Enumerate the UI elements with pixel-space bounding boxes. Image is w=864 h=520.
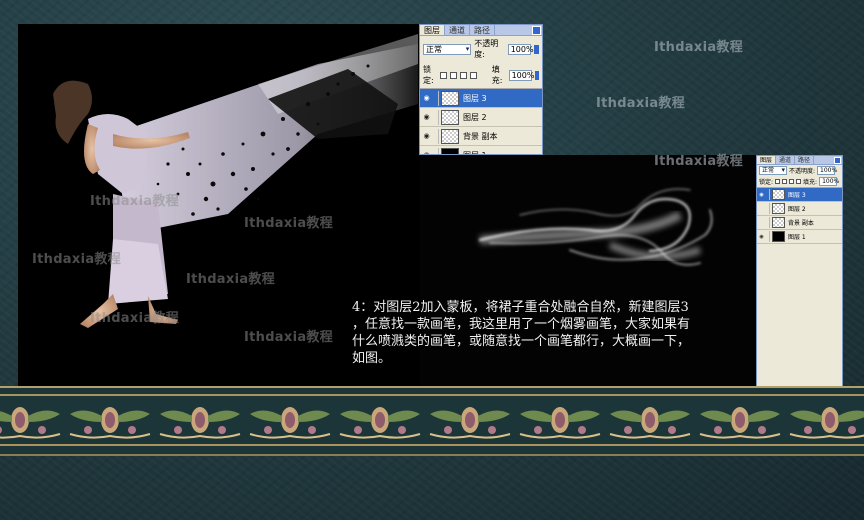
layer-name: 图层 2 (788, 206, 806, 213)
fill-input[interactable]: 100% (819, 177, 839, 186)
layer-thumbnail (772, 217, 785, 228)
layer-name: 背景 副本 (788, 220, 814, 227)
layer-thumbnail (441, 90, 459, 106)
watermark: Ithdaxia教程 (596, 96, 685, 111)
layer-row[interactable]: ◉ 图层 1 (757, 230, 842, 244)
layer-row[interactable]: ◉ 图层 2 (420, 108, 542, 127)
brush-icon (766, 189, 770, 200)
eye-icon[interactable]: ◉ (420, 94, 433, 102)
blend-row: 正常 不透明度: 100% (420, 36, 542, 62)
blend-row: 正常 不透明度: 100% (757, 165, 842, 176)
floral-pattern (0, 406, 864, 439)
lock-position-icon[interactable] (459, 71, 467, 79)
layer-row[interactable]: ◉ 背景 副本 (420, 127, 542, 146)
panel-menu-icon[interactable] (532, 26, 541, 35)
watermark: Ithdaxia教程 (244, 330, 333, 345)
lock-row: 锁定: 填充: 100% (757, 176, 842, 187)
layer-row[interactable]: ◉ 图层 3 (757, 188, 842, 202)
layer-name: 图层 1 (788, 234, 806, 241)
tab-paths[interactable]: 路径 (470, 25, 495, 35)
layer-thumbnail (441, 109, 459, 125)
tab-channels[interactable]: 通道 (445, 25, 470, 35)
watermark: Ithdaxia教程 (186, 272, 275, 287)
fill-label: 填充: (491, 65, 503, 85)
tab-channels[interactable]: 通道 (776, 156, 796, 164)
brush-icon (433, 90, 439, 106)
layer-name: 图层 3 (463, 93, 487, 103)
lock-transparency-icon[interactable] (439, 71, 447, 79)
fill-label: 填充: (803, 179, 818, 186)
brush-icon[interactable] (782, 179, 788, 184)
border-line (0, 444, 864, 446)
lock-icons (775, 179, 802, 184)
fill-slider-button[interactable] (534, 70, 539, 80)
eye-icon[interactable]: ◉ (420, 151, 433, 154)
blend-mode-select[interactable]: 正常 (423, 43, 472, 55)
opacity-input[interactable]: 100% (817, 166, 837, 175)
lock-transparency-icon[interactable] (775, 179, 781, 184)
blend-mode-select[interactable]: 正常 (759, 166, 787, 175)
layer-row[interactable]: ◉ 图层 1 (420, 146, 542, 155)
panel-tabs: 图层 通道 路径 (420, 25, 542, 36)
layer-name: 图层 1 (463, 150, 487, 155)
layer-name: 图层 2 (463, 112, 487, 122)
layer-row[interactable]: 背景 副本 (757, 216, 842, 230)
chain-icon (433, 147, 439, 154)
brush-icon[interactable] (449, 71, 457, 79)
layer-thumbnail (772, 203, 785, 214)
lock-icon[interactable] (469, 71, 477, 79)
eye-icon[interactable]: ◉ (757, 192, 766, 198)
layers-panel: 图层 通道 路径 正常 不透明度: 100% 锁定: 填充: 100% ◉ 图层… (419, 24, 543, 155)
lock-icon[interactable] (796, 179, 802, 184)
watermark: Ithdaxia教程 (90, 311, 179, 326)
watermark: Ithdaxia教程 (32, 252, 121, 267)
lock-position-icon[interactable] (789, 179, 795, 184)
chain-icon (433, 128, 439, 144)
border-line (0, 394, 864, 396)
lock-label: 锁定: (759, 179, 774, 186)
chain-icon (766, 203, 770, 214)
layer-thumbnail (772, 231, 785, 242)
lock-icons (439, 71, 477, 79)
layer-list: ◉ 图层 3 ◉ 图层 2 ◉ 背景 副本 ◉ 图层 1 (420, 88, 542, 155)
opacity-label: 不透明度: (789, 168, 816, 175)
opacity-label: 不透明度: (474, 39, 499, 59)
lock-row: 锁定: 填充: 100% (420, 62, 542, 88)
fill-input[interactable]: 100% (508, 69, 534, 81)
watermark: Ithdaxia教程 (244, 216, 333, 231)
layer-thumbnail (441, 147, 459, 154)
layer-row[interactable]: 图层 2 (757, 202, 842, 216)
decorative-border (0, 386, 864, 456)
layer-name: 图层 3 (788, 192, 806, 199)
tab-layers[interactable]: 图层 (757, 156, 777, 164)
lock-label: 锁定: (423, 65, 434, 85)
opacity-slider-button[interactable] (533, 44, 539, 54)
opacity-input[interactable]: 100% (507, 43, 534, 55)
chain-icon (766, 231, 770, 242)
watermark: Ithdaxia教程 (654, 40, 743, 55)
layer-thumbnail (441, 128, 459, 144)
tab-paths[interactable]: 路径 (795, 156, 815, 164)
watermark: Ithdaxia教程 (90, 194, 179, 209)
layer-row[interactable]: ◉ 图层 3 (420, 89, 542, 108)
chain-icon (766, 217, 770, 228)
panel-menu-icon[interactable] (834, 157, 841, 164)
layer-list: ◉ 图层 3 图层 2 背景 副本 ◉ 图层 1 (757, 187, 842, 244)
layers-panel-small: 图层 通道 路径 正常 不透明度: 100% 锁定: 填充: 100% ◉ 图层… (756, 155, 843, 387)
tutorial-step-text: 4：对图层2加入蒙板，将裙子重合处融合自然，新建图层3 ，任意找一款画笔，我这里… (352, 300, 691, 366)
eye-icon[interactable]: ◉ (420, 132, 433, 140)
tab-layers[interactable]: 图层 (420, 25, 445, 35)
panel-tabs: 图层 通道 路径 (757, 156, 842, 165)
layer-name: 背景 副本 (463, 131, 498, 141)
eye-icon[interactable]: ◉ (420, 113, 433, 121)
watermark: Ithdaxia教程 (654, 154, 743, 169)
eye-icon[interactable]: ◉ (757, 234, 766, 240)
chain-icon (433, 109, 439, 125)
layer-thumbnail (772, 189, 785, 200)
